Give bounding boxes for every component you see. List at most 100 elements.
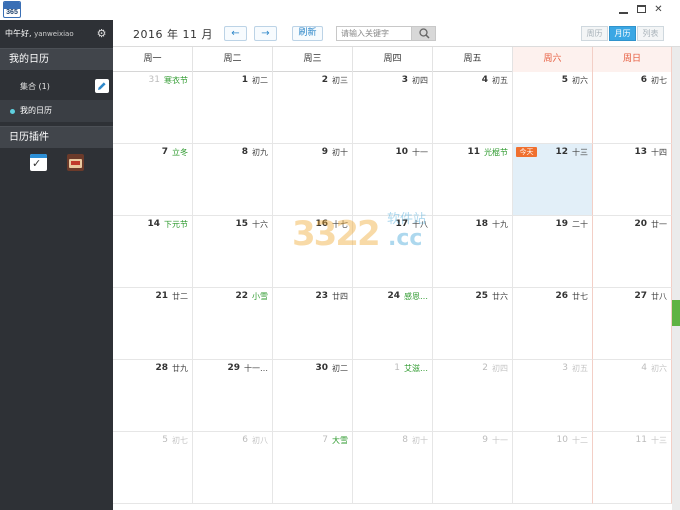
refresh-button[interactable]: 刷新: [292, 26, 323, 41]
day-cell[interactable]: 13 十四: [593, 144, 672, 216]
maximize-button[interactable]: [636, 4, 647, 15]
day-cell[interactable]: 10 十二: [513, 432, 593, 504]
day-cell[interactable]: 2 初三: [273, 72, 353, 144]
day-cell[interactable]: 2 初四: [433, 360, 513, 432]
day-cell-today[interactable]: 今天 12 十三: [513, 144, 593, 216]
calendar-toolbar: 2016 年 11 月 ← → 刷新 周历 月历 列表: [113, 20, 680, 47]
lunar-date-label: 初九: [252, 148, 268, 157]
scrollbar-track[interactable]: [672, 47, 680, 510]
day-number: 27: [634, 291, 647, 301]
close-button[interactable]: ✕: [653, 4, 664, 15]
day-number: 7: [161, 147, 168, 157]
day-cell[interactable]: 26 廿七: [513, 288, 593, 360]
festival-label: 感恩…: [404, 292, 428, 301]
search-input[interactable]: [336, 26, 411, 41]
day-cell[interactable]: 24 感恩…: [353, 288, 433, 360]
day-cell[interactable]: 11 光棍节: [433, 144, 513, 216]
lunar-date-label: 初四: [412, 76, 428, 85]
day-cell[interactable]: 5 初七: [113, 432, 193, 504]
day-cell[interactable]: 16 十七: [273, 216, 353, 288]
day-cell[interactable]: 4 初五: [433, 72, 513, 144]
week-row: 5 初七 6 初八 7 大雪 8 初十 9 十一 10 十二 11 十三: [113, 432, 672, 504]
week-row: 31 寒衣节 1 初二 2 初三 3 初四 4 初五 5 初六 6 初七: [113, 72, 672, 144]
day-cell[interactable]: 23 廿四: [273, 288, 353, 360]
lunar-date-label: 廿一: [651, 220, 667, 229]
day-number: 30: [315, 363, 328, 373]
day-number: 3: [562, 363, 568, 373]
prev-month-button[interactable]: ←: [224, 26, 247, 41]
day-cell[interactable]: 29 十一…: [193, 360, 273, 432]
day-cell[interactable]: 5 初六: [513, 72, 593, 144]
app-logo-text: 365: [6, 9, 18, 16]
day-cell[interactable]: 31 寒衣节: [113, 72, 193, 144]
day-cell[interactable]: 21 廿二: [113, 288, 193, 360]
lunar-date-label: 初十: [332, 148, 348, 157]
pencil-icon[interactable]: [95, 79, 109, 93]
lunar-date-label: 廿九: [172, 364, 188, 373]
day-cell[interactable]: 20 廿一: [593, 216, 672, 288]
day-number: 1: [241, 75, 248, 85]
day-cell[interactable]: 7 立冬: [113, 144, 193, 216]
sidebar-item-my-calendar[interactable]: 我的日历: [0, 100, 113, 122]
day-cell[interactable]: 1 初二: [193, 72, 273, 144]
day-cell[interactable]: 4 初六: [593, 360, 672, 432]
view-list-button[interactable]: 列表: [637, 26, 664, 41]
weekday-header: 周一 周二 周三 周四 周五 周六 周日: [113, 47, 672, 72]
lunar-date-label: 初七: [172, 436, 188, 445]
view-week-button[interactable]: 周历: [581, 26, 608, 41]
day-cell[interactable]: 19 二十: [513, 216, 593, 288]
lunar-date-label: 初十: [412, 436, 428, 445]
minimize-button[interactable]: [618, 4, 629, 15]
book-icon[interactable]: [67, 154, 84, 171]
search-button[interactable]: [411, 26, 436, 41]
day-cell[interactable]: 3 初五: [513, 360, 593, 432]
view-month-button[interactable]: 月历: [609, 26, 636, 41]
gear-icon[interactable]: ⚙: [96, 28, 107, 39]
day-number: 2: [321, 75, 328, 85]
day-cell[interactable]: 15 十六: [193, 216, 273, 288]
greeting-text: 中午好, yanweixiao: [5, 28, 74, 39]
day-cell[interactable]: 7 大雪: [273, 432, 353, 504]
lunar-date-label: 初四: [492, 364, 508, 373]
day-number: 7: [322, 435, 328, 445]
day-cell[interactable]: 10 十一: [353, 144, 433, 216]
day-cell[interactable]: 30 初二: [273, 360, 353, 432]
current-month-label: 2016 年 11 月: [133, 28, 213, 41]
next-month-button[interactable]: →: [254, 26, 277, 41]
day-cell[interactable]: 11 十三: [593, 432, 672, 504]
day-number: 11: [467, 147, 480, 157]
day-number: 15: [235, 219, 248, 229]
section-my-calendars: 我的日历: [0, 48, 113, 70]
lunar-date-label: 初五: [572, 364, 588, 373]
day-cell[interactable]: 6 初八: [193, 432, 273, 504]
festival-label: 艾滋…: [404, 364, 428, 373]
sidebar: 中午好, yanweixiao ⚙ 我的日历 集合 (1) 我的日历 日历插件 …: [0, 20, 113, 510]
day-cell[interactable]: 6 初七: [593, 72, 672, 144]
day-number: 26: [555, 291, 568, 301]
day-cell[interactable]: 14 下元节: [113, 216, 193, 288]
side-tab-handle[interactable]: [672, 300, 680, 326]
day-number: 11: [635, 435, 647, 445]
weekday-label: 周三: [273, 47, 353, 72]
day-number: 23: [315, 291, 328, 301]
day-cell[interactable]: 1 艾滋…: [353, 360, 433, 432]
day-cell[interactable]: 8 初九: [193, 144, 273, 216]
day-cell[interactable]: 18 十九: [433, 216, 513, 288]
calendar-check-icon[interactable]: ✓: [30, 154, 47, 171]
day-cell[interactable]: 9 初十: [273, 144, 353, 216]
day-number: 22: [235, 291, 248, 301]
day-cell[interactable]: 8 初十: [353, 432, 433, 504]
search-icon: [419, 28, 430, 39]
day-cell[interactable]: 25 廿六: [433, 288, 513, 360]
lunar-date-label: 十八: [412, 220, 428, 229]
day-cell[interactable]: 3 初四: [353, 72, 433, 144]
day-cell[interactable]: 9 十一: [433, 432, 513, 504]
greeting-label: 中午好,: [5, 29, 32, 38]
day-cell[interactable]: 22 小雪: [193, 288, 273, 360]
day-cell[interactable]: 27 廿八: [593, 288, 672, 360]
day-cell[interactable]: 28 廿九: [113, 360, 193, 432]
day-number: 1: [394, 363, 400, 373]
day-cell[interactable]: 17 十八: [353, 216, 433, 288]
festival-label: 下元节: [164, 220, 188, 229]
lunar-date-label: 廿四: [332, 292, 348, 301]
